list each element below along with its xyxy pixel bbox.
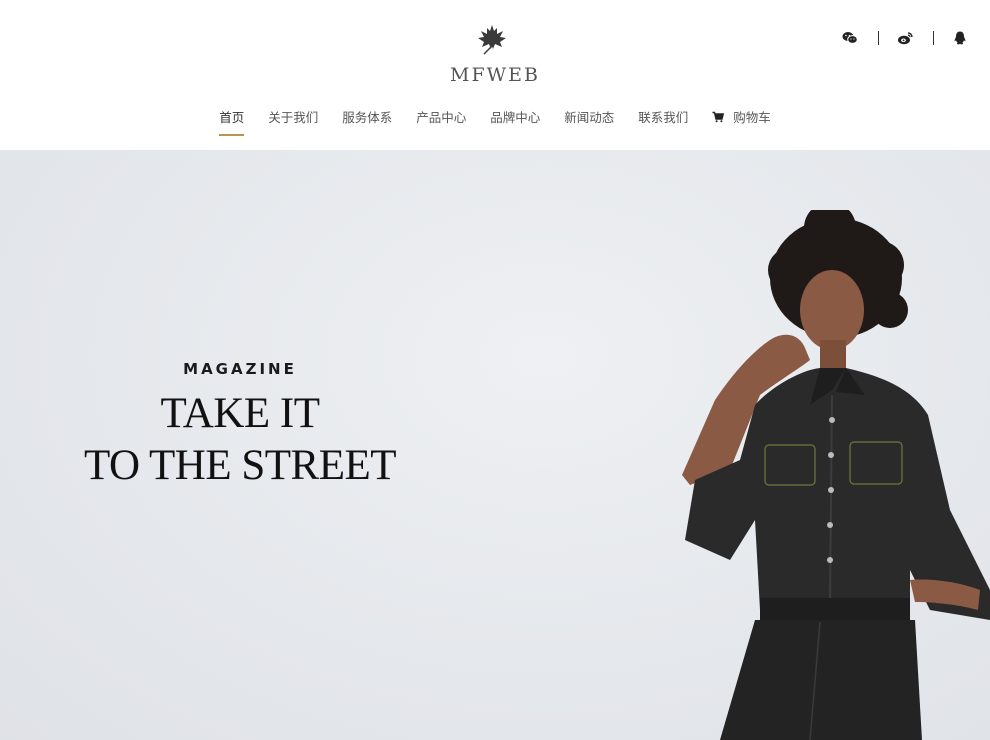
hero-title-line: TAKE IT — [160, 390, 320, 437]
hero-title-line: TO THE STREET — [83, 442, 397, 489]
hero-banner[interactable]: MAGAZINE TAKE IT TO THE STREET — [0, 150, 990, 740]
nav-item-products[interactable]: 产品中心 — [416, 108, 466, 136]
nav-item-label: 首页 — [219, 110, 245, 125]
hero-model-image — [682, 210, 990, 740]
social-divider — [933, 31, 934, 45]
cart-icon — [712, 111, 725, 123]
social-divider — [878, 31, 879, 45]
weibo-icon[interactable] — [897, 30, 913, 46]
social-links — [842, 30, 968, 46]
nav-item-label: 新闻动态 — [564, 110, 615, 125]
nav-item-label: 服务体系 — [342, 110, 393, 125]
nav-item-label: 关于我们 — [268, 110, 319, 125]
nav-item-contact[interactable]: 联系我们 — [638, 108, 688, 136]
hero-copy: MAGAZINE TAKE IT TO THE STREET — [40, 360, 440, 492]
nav-item-label: 产品中心 — [416, 110, 467, 125]
nav-item-home[interactable]: 首页 — [219, 108, 245, 136]
nav-item-about[interactable]: 关于我们 — [268, 108, 318, 136]
logo-text[interactable]: MFWEB — [0, 64, 990, 86]
nav-item-cart[interactable]: 购物车 — [712, 108, 771, 136]
wechat-icon[interactable] — [842, 30, 858, 46]
maple-leaf-logo-icon[interactable] — [475, 22, 509, 56]
nav-item-news[interactable]: 新闻动态 — [564, 108, 614, 136]
nav-item-services[interactable]: 服务体系 — [342, 108, 392, 136]
qq-icon[interactable] — [952, 30, 968, 46]
site-header: MFWEB 首页 关于我们 服务体系 产品中心 品牌中心 新闻动态 联系我们 购… — [0, 0, 990, 150]
nav-item-label: 购物车 — [733, 110, 771, 125]
hero-title: TAKE IT TO THE STREET — [40, 388, 440, 492]
hero-kicker: MAGAZINE — [183, 360, 297, 378]
nav-item-brands[interactable]: 品牌中心 — [490, 108, 540, 136]
nav-item-label: 联系我们 — [638, 110, 689, 125]
main-nav: 首页 关于我们 服务体系 产品中心 品牌中心 新闻动态 联系我们 购物车 — [0, 108, 990, 136]
nav-item-label: 品牌中心 — [490, 110, 541, 125]
